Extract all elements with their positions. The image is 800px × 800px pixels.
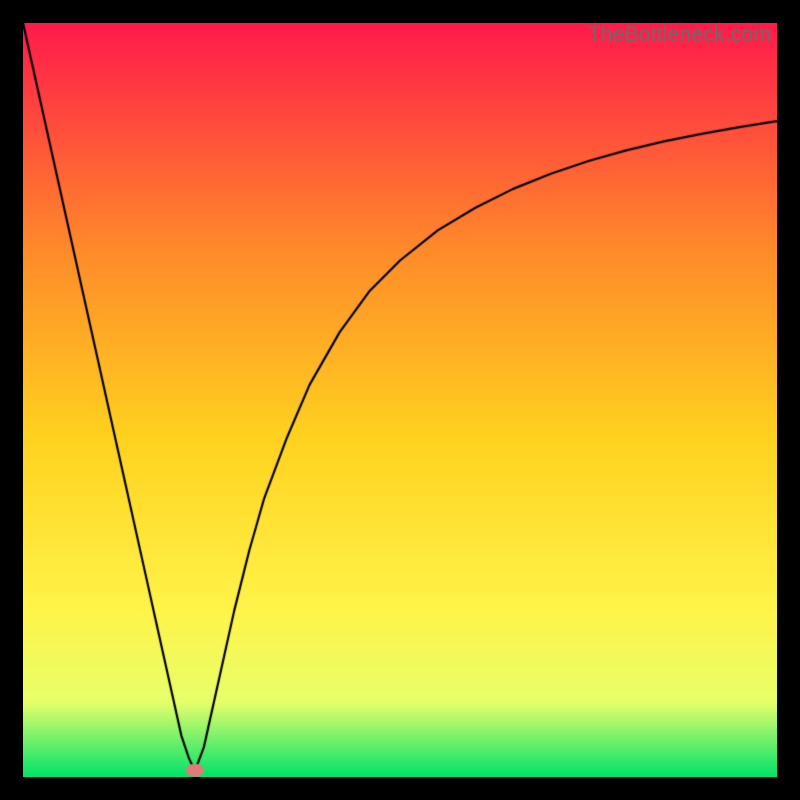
chart-frame: TheBottleneck.com bbox=[23, 23, 777, 777]
chart-curve bbox=[23, 23, 777, 777]
watermark-text: TheBottleneck.com bbox=[588, 23, 771, 47]
